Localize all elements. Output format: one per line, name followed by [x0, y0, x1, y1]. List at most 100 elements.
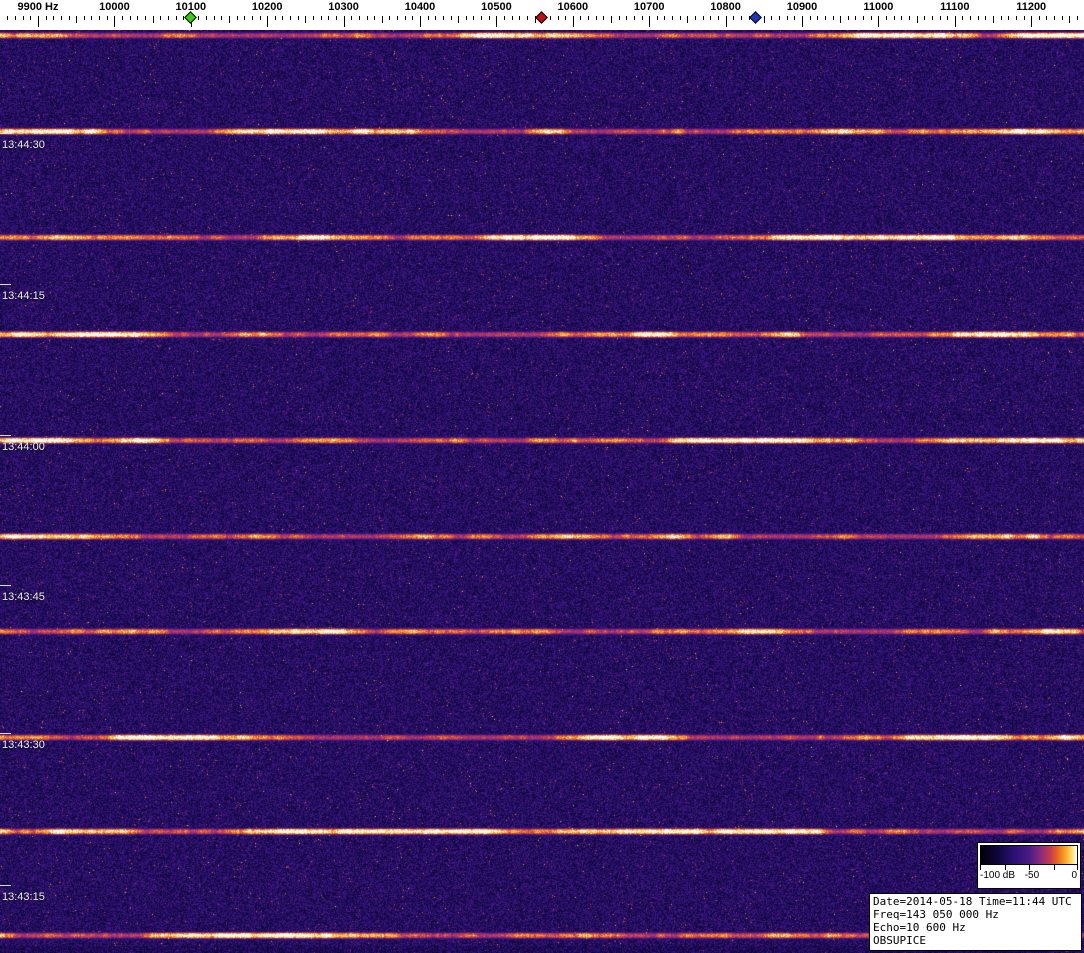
freq-tick-mark: [274, 16, 276, 20]
freq-tick-mark: [282, 16, 284, 20]
freq-tick-mark: [137, 16, 139, 20]
freq-tick-mark: [442, 16, 444, 20]
freq-tick-mark: [840, 16, 842, 23]
freq-tick-mark: [76, 16, 78, 23]
freq-tick-mark: [549, 16, 551, 20]
freq-tick-mark: [618, 16, 620, 20]
freq-tick-mark: [496, 16, 498, 27]
frequency-axis: 9900 Hz 10000 10100 10200 10300 10400 10500 106…: [0, 0, 1084, 30]
freq-tick-mark: [878, 16, 880, 27]
freq-tick-mark: [695, 16, 697, 20]
marker-diamond-blue[interactable]: [749, 11, 763, 24]
freq-tick-mark: [626, 16, 628, 20]
freq-tick-mark: [779, 16, 781, 20]
freq-tick-mark: [328, 16, 330, 20]
freq-tick-mark: [144, 16, 146, 20]
freq-tick-mark: [68, 16, 70, 20]
info-freq-line: Freq=143 050 000 Hz: [873, 908, 999, 921]
freq-tick-label: 10400: [404, 1, 436, 13]
freq-tick-mark: [420, 16, 421, 27]
freq-tick-mark: [99, 16, 101, 20]
freq-tick-mark: [389, 16, 391, 20]
freq-tick-mark: [60, 16, 62, 20]
observation-info-box: Date=2014-05-18 Time=11:44 UTC Freq=143 …: [869, 893, 1082, 951]
freq-tick-mark: [198, 16, 200, 20]
freq-tick-mark: [1038, 16, 1040, 20]
freq-tick-mark: [901, 16, 903, 20]
freq-tick-mark: [129, 16, 131, 20]
freq-tick-mark: [381, 16, 383, 23]
marker-diamond-green[interactable]: [183, 11, 197, 24]
freq-tick-mark: [481, 16, 483, 20]
freq-tick-mark: [588, 16, 590, 20]
info-station-line: OBSUPICE: [873, 934, 926, 947]
freq-tick-mark: [175, 16, 177, 20]
freq-tick-mark: [679, 16, 681, 20]
freq-tick-mark: [122, 16, 124, 20]
freq-tick-mark: [985, 16, 987, 20]
freq-tick-mark: [641, 16, 643, 20]
colorbar-legend: -100 dB -50 0: [977, 842, 1081, 889]
freq-tick-mark: [1054, 16, 1056, 20]
freq-tick-mark: [672, 16, 674, 20]
freq-tick-mark: [488, 16, 490, 20]
freq-tick-mark: [603, 16, 605, 20]
freq-tick-mark: [1069, 16, 1071, 23]
freq-tick-mark: [526, 16, 528, 20]
freq-tick-mark: [908, 16, 910, 20]
freq-tick-mark: [1000, 16, 1002, 20]
freq-tick-mark: [893, 16, 895, 20]
colorbar-max-label: 0: [1071, 870, 1077, 881]
freq-tick-mark: [702, 16, 704, 20]
freq-tick-mark: [450, 16, 452, 20]
freq-tick-mark: [947, 16, 949, 20]
freq-tick-mark: [595, 16, 597, 20]
freq-tick-mark: [251, 16, 253, 20]
freq-tick-mark: [763, 16, 765, 23]
freq-tick-label: 10300: [328, 1, 359, 13]
freq-tick-mark: [572, 16, 574, 27]
freq-tick-mark: [962, 16, 964, 20]
freq-tick-mark: [863, 16, 865, 20]
freq-tick-mark: [519, 16, 521, 20]
freq-tick-mark: [993, 16, 994, 23]
freq-tick-label: 10900: [786, 1, 818, 13]
freq-tick-mark: [412, 16, 414, 20]
colorbar-min-label: -100 dB: [980, 870, 1016, 881]
freq-tick-mark: [465, 16, 467, 20]
freq-tick-label: 11100: [940, 1, 970, 13]
freq-tick-mark: [152, 16, 154, 23]
freq-tick-label: 10600: [557, 1, 589, 13]
freq-tick-mark: [725, 16, 727, 27]
freq-tick-mark: [351, 16, 353, 20]
freq-tick-mark: [91, 16, 93, 20]
freq-tick-mark: [924, 16, 926, 20]
freq-tick-mark: [244, 16, 246, 20]
freq-tick-mark: [167, 16, 169, 20]
freq-tick-mark: [855, 16, 857, 20]
info-echo-line: Echo=10 600 Hz: [873, 921, 966, 934]
freq-tick-mark: [649, 16, 651, 27]
freq-tick-mark: [504, 16, 506, 20]
freq-tick-mark: [664, 16, 666, 20]
freq-tick-mark: [557, 16, 559, 20]
freq-tick-mark: [886, 16, 888, 20]
freq-tick-mark: [794, 16, 796, 20]
freq-tick-mark: [374, 16, 376, 20]
freq-tick-mark: [7, 16, 9, 20]
freq-tick-mark: [740, 16, 742, 20]
spectrogram-waterfall[interactable]: [0, 30, 1084, 953]
marker-diamond-red[interactable]: [535, 11, 549, 24]
freq-tick-mark: [320, 16, 322, 20]
freq-tick-mark: [229, 16, 230, 23]
freq-tick-mark: [809, 16, 811, 20]
freq-tick-mark: [313, 16, 315, 20]
freq-tick-mark: [435, 16, 437, 20]
freq-tick-mark: [939, 16, 941, 20]
freq-tick-mark: [473, 16, 475, 20]
freq-tick-mark: [221, 16, 223, 20]
freq-tick-mark: [53, 16, 55, 20]
freq-tick-mark: [931, 16, 933, 20]
freq-tick-mark: [38, 16, 39, 27]
freq-tick-mark: [824, 16, 826, 20]
